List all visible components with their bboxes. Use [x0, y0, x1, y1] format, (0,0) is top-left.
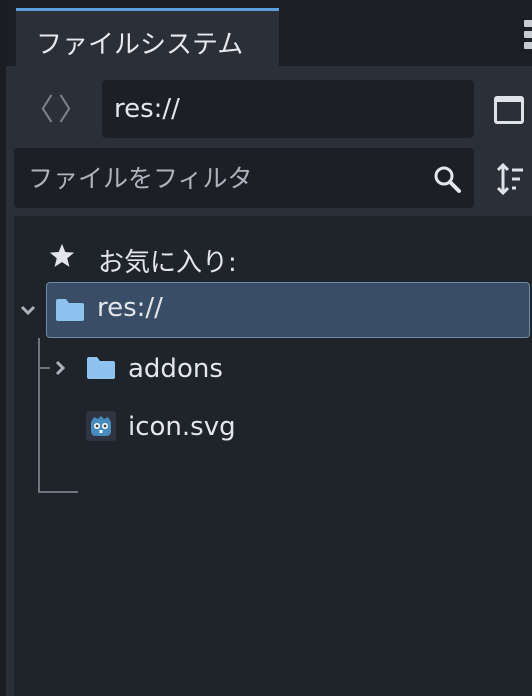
path-text: res://: [114, 94, 180, 124]
path-field[interactable]: res://: [102, 80, 474, 138]
kebab-menu-icon[interactable]: [520, 20, 532, 56]
tree-guide-line: [38, 367, 50, 369]
star-icon: [49, 243, 75, 267]
folder-icon: [56, 299, 84, 321]
godot-icon: [86, 411, 116, 441]
back-button[interactable]: 〈: [24, 96, 54, 126]
folder-icon: [87, 357, 115, 379]
tree-item-res[interactable]: res://: [46, 282, 530, 338]
layout-toggle-icon[interactable]: [494, 96, 524, 124]
filesystem-panel: 〈 〉 res:// お気に入り:: [6, 66, 532, 696]
favorites-label: お気に入り:: [98, 248, 237, 278]
tab-bar: ファイルシステム: [6, 0, 532, 66]
tree-guide-line: [38, 338, 40, 492]
forward-button[interactable]: 〉: [58, 96, 88, 126]
tree-item-label: res://: [97, 293, 163, 323]
tree-item-addons[interactable]: addons: [80, 342, 530, 394]
file-tree: お気に入り: res:// addons icon.svg: [14, 216, 532, 696]
sort-icon[interactable]: [496, 162, 524, 196]
tree-item-icon-svg[interactable]: icon.svg: [80, 400, 530, 452]
tree-guide-line: [38, 491, 78, 493]
search-icon[interactable]: [432, 164, 462, 194]
filter-field[interactable]: [14, 148, 474, 208]
chevron-down-icon[interactable]: [18, 300, 38, 320]
favorites-row[interactable]: お気に入り:: [14, 230, 532, 282]
tab-filesystem[interactable]: ファイルシステム: [16, 8, 279, 66]
chevron-right-icon[interactable]: [52, 358, 68, 378]
tab-label: ファイルシステム: [36, 30, 244, 60]
tree-item-label: icon.svg: [128, 412, 236, 442]
filter-input[interactable]: [14, 148, 414, 208]
tree-item-label: addons: [128, 354, 223, 384]
